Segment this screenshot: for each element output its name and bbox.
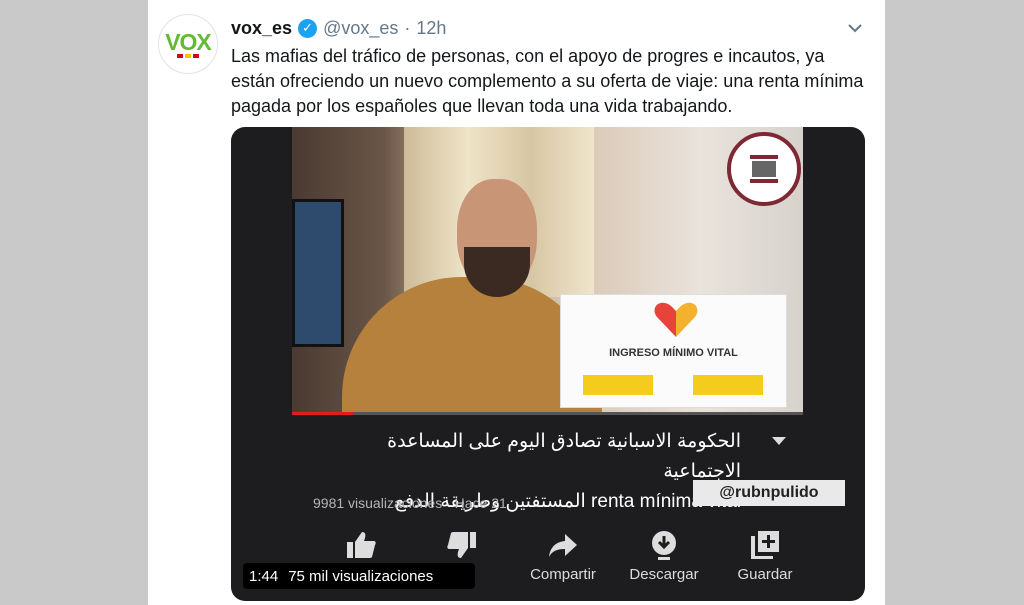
duration-badge: 1:44 75 mil visualizaciones — [243, 563, 475, 589]
display-name[interactable]: vox_es — [231, 18, 292, 39]
share-label: Compartir — [530, 566, 596, 583]
expand-chevron-icon[interactable] — [772, 432, 786, 448]
vox-logo: VOX — [165, 28, 212, 55]
card-heading: INGRESO MÍNIMO VITAL — [609, 347, 738, 359]
watermark: @rubnpulido — [693, 480, 845, 506]
progress-fill — [292, 412, 353, 415]
separator: · — [404, 17, 411, 38]
share-arrow-icon — [549, 534, 577, 557]
flag-icon — [177, 53, 199, 58]
video-title-line1: الحكومة الاسبانية تصادق اليوم على المساع… — [387, 431, 741, 482]
heart-hands-icon — [654, 302, 698, 337]
video-meta: 9981 visualizaciones · Hace 21 — [313, 495, 507, 511]
add-to-playlist-icon — [751, 531, 779, 559]
chevron-down-icon[interactable] — [845, 18, 865, 38]
handle[interactable]: @vox_es — [323, 18, 398, 39]
save-button[interactable]: Guardar — [717, 530, 813, 590]
video-media[interactable]: INGRESO MÍNIMO VITAL الحكومة الاسبانية ت… — [231, 127, 865, 601]
ingreso-minimo-vital-card: INGRESO MÍNIMO VITAL — [560, 294, 787, 408]
channel-logo — [727, 132, 801, 206]
gov-logo-left — [583, 375, 653, 395]
tv-screen — [292, 199, 344, 347]
share-button[interactable]: Compartir — [515, 530, 611, 590]
thumbs-up-icon — [347, 532, 376, 558]
timestamp[interactable]: 12h — [416, 18, 446, 39]
video-frame[interactable]: INGRESO MÍNIMO VITAL — [292, 127, 803, 414]
save-label: Guardar — [737, 566, 793, 583]
duration: 1:44 — [249, 567, 279, 585]
thumbs-down-icon — [447, 532, 476, 558]
gov-logo-right — [693, 375, 763, 395]
download-label: Descargar — [629, 566, 699, 583]
verified-badge-icon: ✓ — [298, 18, 318, 38]
avatar[interactable]: VOX — [158, 14, 218, 74]
progress-track[interactable] — [292, 412, 803, 415]
tweet-header: vox_es ✓ @vox_es · 12h — [231, 16, 446, 40]
download-icon — [652, 531, 676, 560]
download-button[interactable]: Descargar — [616, 530, 712, 590]
tweet-text: Las mafias del tráfico de personas, con … — [231, 46, 864, 116]
view-count: 75 mil visualizaciones — [288, 567, 434, 585]
